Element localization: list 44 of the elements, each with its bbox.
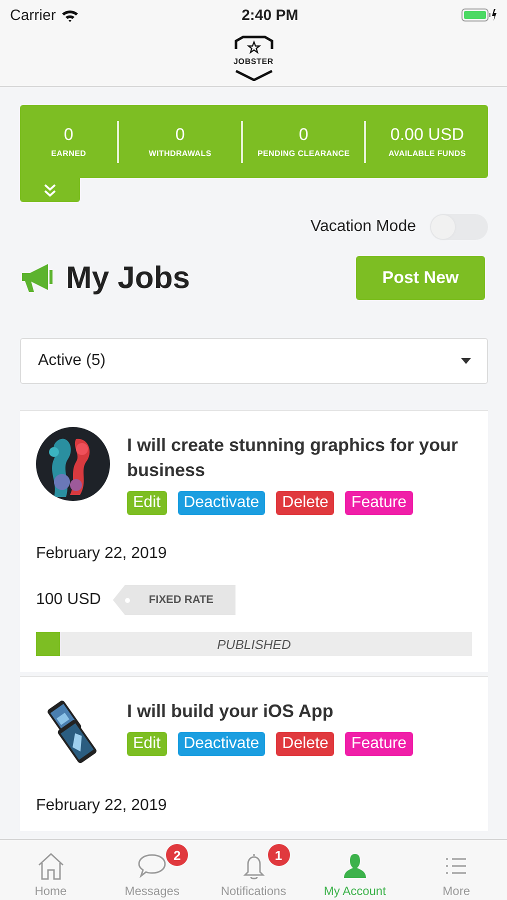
stat-label: PENDING CLEARANCE xyxy=(257,149,350,158)
action-button[interactable]: Feature xyxy=(345,732,413,756)
tab-bar-item[interactable]: Messages 2 xyxy=(101,840,203,900)
job-price: 100 USD xyxy=(36,591,101,609)
stat-label: AVAILABLE FUNDS xyxy=(388,149,466,158)
job-title[interactable]: I will create stunning graphics for your business xyxy=(127,433,472,483)
action-button[interactable]: Feature xyxy=(345,491,413,515)
tab-bar-item[interactable]: My Account xyxy=(304,840,406,900)
stat-value: 0 xyxy=(175,125,185,145)
action-button[interactable]: Delete xyxy=(276,732,334,756)
stat-value: 0 xyxy=(298,125,308,145)
action-button[interactable]: Deactivate xyxy=(178,491,266,515)
double-chevron-down-icon xyxy=(43,184,57,196)
vacation-mode-label: Vacation Mode xyxy=(310,218,416,236)
page-title: My Jobs xyxy=(66,260,190,296)
caret-icon xyxy=(461,358,471,364)
action-button[interactable]: Delete xyxy=(276,491,334,515)
clock-time: 2:40 PM xyxy=(242,6,298,24)
stat-label: EARNED xyxy=(51,149,86,158)
stat-value: 0.00 USD xyxy=(390,125,464,145)
job-date: February 22, 2019 xyxy=(36,545,168,563)
tab-bar-item[interactable]: More xyxy=(406,840,507,900)
action-button[interactable]: Edit xyxy=(127,491,167,515)
status-label: PUBLISHED xyxy=(217,636,291,652)
rate-tag: FIXED RATE xyxy=(112,585,236,615)
home-icon xyxy=(36,852,66,880)
wifi-icon xyxy=(60,8,79,22)
count-badge: 2 xyxy=(166,844,188,866)
stat-label: WITHDRAWALS xyxy=(148,149,212,158)
job-date: February 22, 2019 xyxy=(36,797,168,815)
chat-bubble-icon xyxy=(137,852,168,880)
tab-bar-item[interactable]: Notifications 1 xyxy=(202,840,304,900)
tab-bar-item[interactable]: Home xyxy=(0,840,102,900)
expand-tab[interactable] xyxy=(20,178,80,202)
status-dropdown[interactable]: Active (5) xyxy=(20,338,488,384)
action-button[interactable]: Deactivate xyxy=(178,732,266,756)
action-button[interactable]: Edit xyxy=(127,732,167,756)
job-title[interactable]: I will build your iOS App xyxy=(127,699,413,724)
count-badge: 1 xyxy=(268,844,290,866)
battery-icon xyxy=(460,8,497,22)
post-new-button[interactable]: Post New xyxy=(356,256,485,300)
logo-text: JOBSTER xyxy=(234,57,274,66)
stat-value: 0 xyxy=(64,125,74,145)
carrier-label: Carrier xyxy=(10,6,56,24)
